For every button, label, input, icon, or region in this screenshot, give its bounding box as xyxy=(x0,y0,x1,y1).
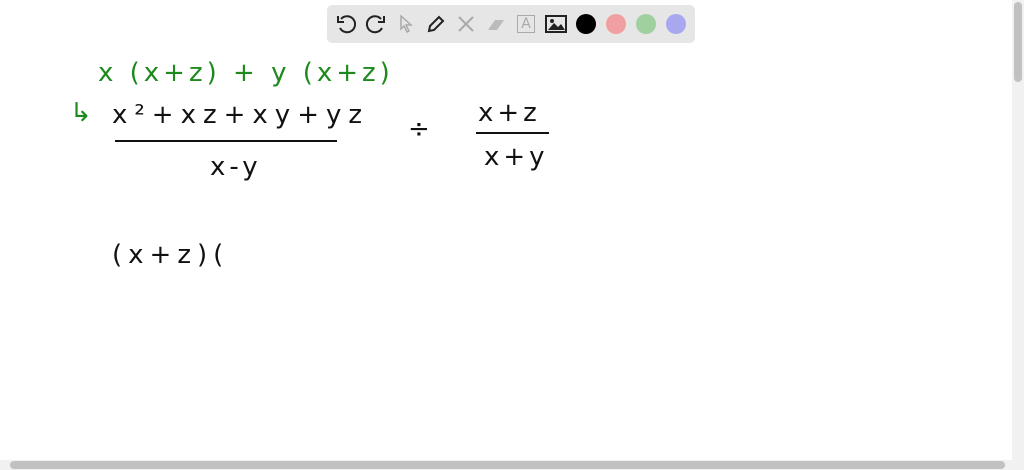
divide-sign: ÷ xyxy=(408,114,434,144)
fraction-bar xyxy=(115,140,337,142)
horizontal-scroll-thumb[interactable] xyxy=(10,461,1005,469)
color-red[interactable] xyxy=(603,11,629,37)
vertical-scrollbar[interactable] xyxy=(1012,0,1024,460)
image-icon[interactable] xyxy=(543,11,569,37)
right-numerator: x+z xyxy=(478,98,541,128)
right-denominator: x+y xyxy=(484,142,549,172)
denominator: x-y xyxy=(210,152,262,182)
redo-icon[interactable] xyxy=(363,11,389,37)
right-fraction-bar xyxy=(476,132,549,134)
color-green[interactable] xyxy=(633,11,659,37)
tools-icon[interactable] xyxy=(453,11,479,37)
undo-icon[interactable] xyxy=(333,11,359,37)
pen-icon[interactable] xyxy=(423,11,449,37)
eraser-icon[interactable] xyxy=(483,11,509,37)
drawing-toolbar: A xyxy=(327,5,695,43)
horizontal-scrollbar[interactable] xyxy=(0,460,1024,470)
vertical-scroll-thumb[interactable] xyxy=(1014,2,1022,82)
numerator: x²+xz+xy+yz xyxy=(112,100,370,130)
text-icon[interactable]: A xyxy=(513,11,539,37)
color-black[interactable] xyxy=(573,11,599,37)
arrow-icon: ↳ xyxy=(70,98,96,128)
select-icon[interactable] xyxy=(393,11,419,37)
work-line: (x+z)( xyxy=(112,240,230,270)
green-factoring: x (x+z) + y (x+z) xyxy=(98,58,394,88)
text-tool-label: A xyxy=(517,15,535,33)
color-blue[interactable] xyxy=(663,11,689,37)
